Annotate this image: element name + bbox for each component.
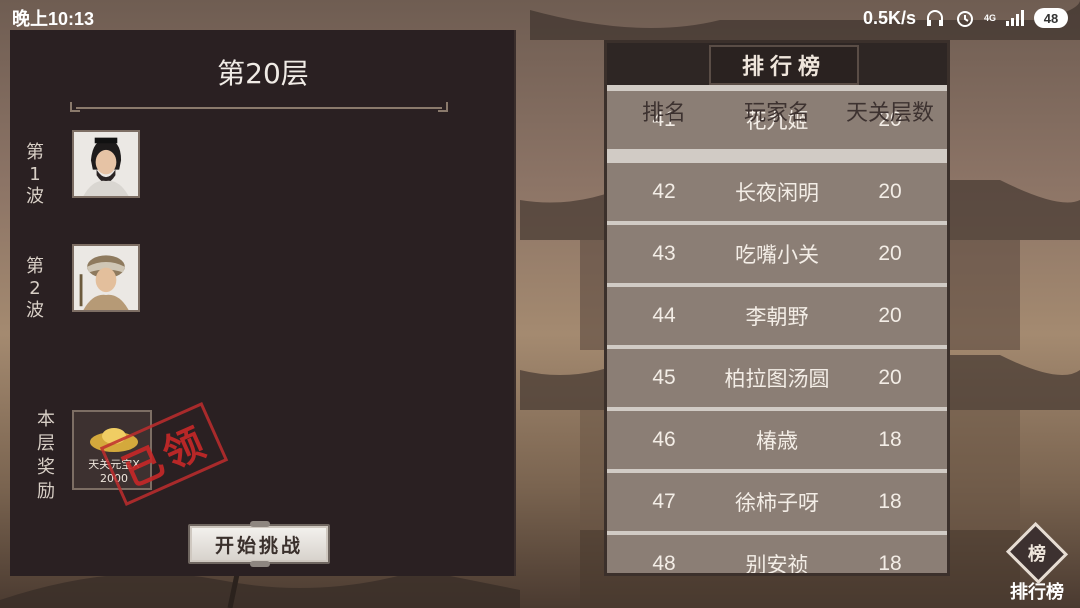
ranking-panel: 排行榜 排名 玩家名 天关层数 41 花九姬 20 42 长夜闲明 20 43 … (604, 40, 950, 576)
challenge-panel: 第20层 第 1 波 第 2 波 本 层 奖 励 天关元宝X 2000 已领 开… (10, 30, 516, 576)
header-rank: 排名 (641, 101, 686, 126)
clock: 晚上10:13 (12, 9, 95, 29)
network-speed: 0.5K/s (862, 7, 916, 28)
start-challenge-button[interactable]: 开始挑战 (188, 521, 330, 567)
ranking-row: 43 吃嘴小关 20 (607, 225, 947, 283)
medal-icon: 榜 (1005, 521, 1069, 585)
wave-2-enemy-portrait[interactable] (72, 244, 140, 312)
ranking-row: 42 长夜闲明 20 (607, 163, 947, 221)
alarm-icon (954, 7, 976, 29)
ranking-title: 排行榜 (709, 45, 859, 85)
title-divider (70, 102, 448, 114)
wave-1-enemy-portrait[interactable] (72, 130, 140, 198)
system-status-bar: 晚上10:13 0.5K/s 4G 48 (0, 0, 1080, 36)
ranking-header: 排名 玩家名 天关层数 (607, 91, 947, 131)
header-player-name: 玩家名 (743, 101, 810, 126)
signal-icon (1004, 7, 1026, 29)
ranking-row: 48 别安祯 18 (607, 535, 947, 573)
ranking-row: 44 李朝野 20 (607, 287, 947, 345)
ranking-row: 46 椿歳 18 (607, 411, 947, 469)
headphones-icon (924, 7, 946, 29)
ranking-row: 47 徐柿子呀 18 (607, 473, 947, 531)
floor-reward-label: 本 层 奖 励 (37, 409, 55, 502)
ranking-title-bar: 排行榜 (607, 43, 947, 85)
battery-indicator: 48 (1034, 8, 1068, 28)
ranking-row: 45 柏拉图汤圆 20 (607, 349, 947, 407)
signal-type: 4G (983, 12, 996, 23)
header-tower-level: 天关层数 (845, 101, 934, 126)
wave-2-label: 第 2 波 (26, 256, 44, 321)
wave-1-label: 第 1 波 (26, 142, 44, 207)
floor-title: 第20层 (217, 57, 309, 90)
ranking-corner-button[interactable]: 榜 排行榜 (998, 521, 1076, 604)
